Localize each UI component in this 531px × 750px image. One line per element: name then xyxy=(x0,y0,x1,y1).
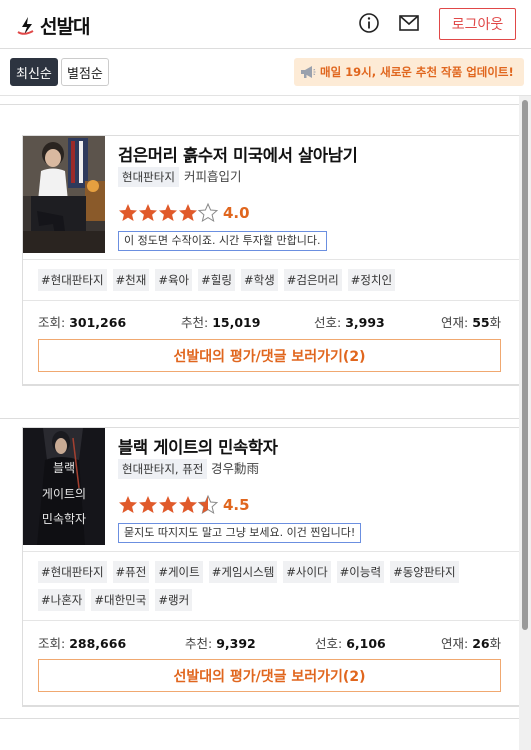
serial-stat: 연재: 26화 xyxy=(441,636,502,651)
serial-stat: 연재: 55화 xyxy=(441,315,502,330)
sort-latest-button[interactable]: 최신순 xyxy=(10,58,58,86)
scrollbar[interactable] xyxy=(519,96,531,750)
views-stat: 조회: 288,666 xyxy=(38,636,127,651)
tag[interactable]: #나혼자 xyxy=(38,589,86,611)
cover-image[interactable] xyxy=(23,136,105,253)
author-name: 경우勳雨 xyxy=(211,461,260,476)
tag-list: #현대판타지 #퓨전 #게이트 #게임시스템 #사이다 #이능력 #동양판타지 #나혼자 #대한… xyxy=(38,561,508,611)
views-stat: 조회: 301,266 xyxy=(38,315,127,330)
genre-badge: 현대판타지 xyxy=(118,167,179,187)
logo-icon xyxy=(17,16,34,35)
review-comment: 이 정도면 수작이죠. 시간 투자할 만합니다. xyxy=(118,231,327,251)
novel-card: 블랙 게이트의 민속학자 블랙 게이트의 민속학자 현대판타지, 퓨전 경우勳雨… xyxy=(22,427,519,707)
novel-list: 검은머리 흙수저 미국에서 살아남기 현대판타지 커피흡입기 4.0 이 정도면… xyxy=(0,96,519,750)
stats-row: 조회: 288,666 추천: 9,392 선호: 6,106 연재: 26화 xyxy=(23,633,519,655)
sort-rating-button[interactable]: 별점순 xyxy=(61,58,109,86)
svg-text:게이트의: 게이트의 xyxy=(42,487,86,501)
novel-card: 검은머리 흙수저 미국에서 살아남기 현대판타지 커피흡입기 4.0 이 정도면… xyxy=(22,135,519,386)
view-reviews-button[interactable]: 선발대의 평가/댓글 보러가기(2) xyxy=(38,339,501,372)
tag[interactable]: #천재 xyxy=(112,269,150,291)
app-header: 선발대 로그아웃 xyxy=(0,0,531,49)
tag[interactable]: #힐링 xyxy=(198,269,235,291)
tag[interactable]: #랭커 xyxy=(155,589,193,611)
tags-section: #현대판타지 #퓨전 #게이트 #게임시스템 #사이다 #이능력 #동양판타지 #나혼자 #대한… xyxy=(23,551,519,621)
cover-image[interactable]: 블랙 게이트의 민속학자 xyxy=(23,428,105,545)
tag[interactable]: #학생 xyxy=(240,269,278,291)
tag[interactable]: #정치인 xyxy=(347,269,396,291)
tag[interactable]: #육아 xyxy=(155,269,193,291)
tag-list: #현대판타지 #천재 #육아 #힐링 #학생 #검은머리 #정치인 xyxy=(38,269,508,291)
tag[interactable]: #퓨전 xyxy=(112,561,150,583)
scrollbar-thumb[interactable] xyxy=(522,100,528,630)
svg-text:블랙: 블랙 xyxy=(53,461,75,475)
megaphone-icon xyxy=(301,66,316,78)
tag[interactable]: #대한민국 xyxy=(91,589,150,611)
notice-text: 매일 19시, 새로운 추천 작품 업데이트! xyxy=(320,65,514,79)
logout-button[interactable]: 로그아웃 xyxy=(439,8,516,40)
novel-title[interactable]: 블랙 게이트의 민속학자 xyxy=(118,434,278,458)
view-reviews-button[interactable]: 선발대의 평가/댓글 보러가기(2) xyxy=(38,659,501,692)
genre-badge: 현대판타지, 퓨전 xyxy=(118,459,208,479)
rating-value: 4.5 xyxy=(223,496,250,514)
tag[interactable]: #게임시스템 xyxy=(208,561,278,583)
tag[interactable]: #이능력 xyxy=(336,561,385,583)
preference-stat: 선호: 6,106 xyxy=(315,636,386,651)
divider xyxy=(0,718,519,719)
svg-text:민속학자: 민속학자 xyxy=(42,512,86,526)
tags-section: #현대판타지 #천재 #육아 #힐링 #학생 #검은머리 #정치인 xyxy=(23,259,519,301)
tag[interactable]: #동양판타지 xyxy=(390,561,459,583)
rating-value: 4.0 xyxy=(223,204,250,222)
tag[interactable]: #사이다 xyxy=(283,561,331,583)
star-rating xyxy=(119,494,218,515)
logo-text: 선발대 xyxy=(40,16,90,38)
recommend-stat: 추천: 9,392 xyxy=(185,636,256,651)
logo[interactable]: 선발대 xyxy=(16,12,90,39)
tag[interactable]: #게이트 xyxy=(155,561,203,583)
divider xyxy=(0,104,519,105)
novel-title[interactable]: 검은머리 흙수저 미국에서 살아남기 xyxy=(118,142,358,166)
preference-stat: 선호: 3,993 xyxy=(314,315,385,330)
review-comment: 묻지도 따지지도 말고 그냥 보세요. 이건 찐입니다! xyxy=(118,523,362,543)
mail-icon[interactable] xyxy=(398,12,420,34)
info-icon[interactable] xyxy=(358,12,380,34)
star-rating xyxy=(119,202,218,223)
stats-row: 조회: 301,266 추천: 15,019 선호: 3,993 연재: 55화 xyxy=(23,312,519,334)
star-icon xyxy=(119,204,137,221)
author-name: 커피흡입기 xyxy=(184,169,242,184)
divider xyxy=(0,418,519,419)
tag[interactable]: #검은머리 xyxy=(283,269,342,291)
tag[interactable]: #현대판타지 xyxy=(38,561,107,583)
recommend-stat: 추천: 15,019 xyxy=(181,315,261,330)
update-notice: 매일 19시, 새로운 추천 작품 업데이트! xyxy=(294,58,524,86)
tag[interactable]: #현대판타지 xyxy=(38,269,107,291)
